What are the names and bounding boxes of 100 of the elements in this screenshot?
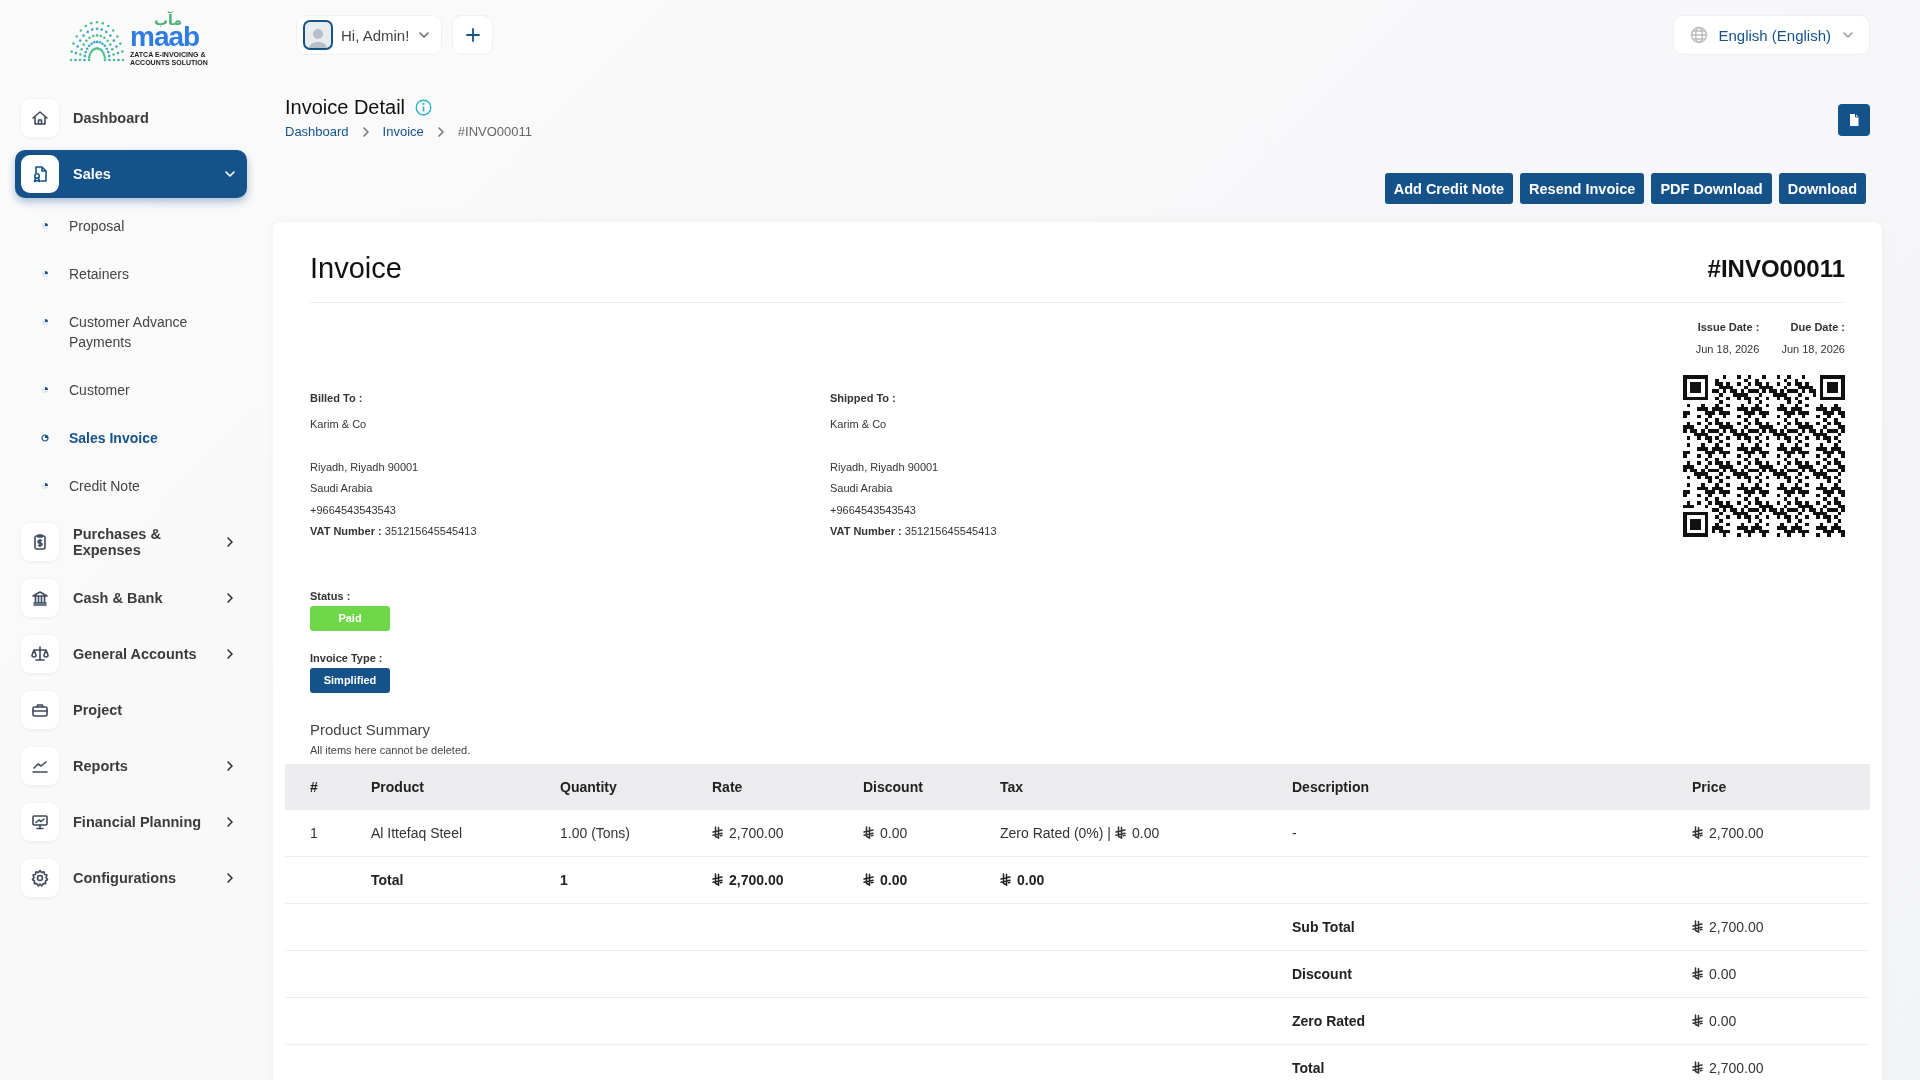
nav-subitem[interactable]: Proposal xyxy=(15,206,247,254)
date-value: Jun 18, 2026 xyxy=(1781,343,1845,355)
logo-arabic-text: مآب xyxy=(154,13,182,28)
table-cell: 0.00 xyxy=(880,824,908,841)
language-select[interactable]: English (English) xyxy=(1673,15,1870,55)
nav-subitem[interactable]: Credit Note xyxy=(15,466,247,514)
date-value: Jun 18, 2026 xyxy=(1695,343,1760,355)
action-button[interactable]: Resend Invoice xyxy=(1520,173,1645,204)
summary-label: Discount xyxy=(1292,965,1352,982)
table-cell: 2,700.00 xyxy=(729,824,784,841)
breadcrumb-link[interactable]: Invoice xyxy=(382,124,424,139)
summary-label: Sub Total xyxy=(1292,918,1355,935)
gear-icon xyxy=(21,859,59,897)
bullet-icon xyxy=(41,270,49,278)
nav-subitem[interactable]: Retainers xyxy=(15,254,247,302)
nav-item[interactable]: Financial Planning xyxy=(15,798,247,846)
bank-icon xyxy=(21,579,59,617)
field-label: Invoice Type : xyxy=(310,651,383,664)
total-cell: 1 xyxy=(560,871,568,888)
date-label: Due Date : xyxy=(1789,321,1845,333)
nav-item[interactable]: Reports xyxy=(15,742,247,790)
clipboard-icon xyxy=(21,523,59,561)
total-cell: 0.00 xyxy=(1017,871,1045,888)
info-icon xyxy=(415,99,433,116)
currency-icon xyxy=(1692,1061,1703,1074)
column-header: Description xyxy=(1291,778,1370,795)
invoice-number: #INVO00011 xyxy=(1707,254,1845,283)
table-cell: 1.00 (Tons) xyxy=(560,824,631,841)
bullet-icon xyxy=(41,222,49,230)
action-button[interactable]: PDF Download xyxy=(1651,173,1772,204)
currency-icon xyxy=(1692,1014,1703,1027)
nav-item[interactable]: Purchases & Expenses xyxy=(15,518,247,566)
summary-label: Zero Rated xyxy=(1292,1012,1366,1029)
address-line: Riyadh, Riyadh 90001 xyxy=(310,459,420,475)
address-line: +9664543543543 xyxy=(830,502,917,518)
total-cell: Total xyxy=(371,871,404,888)
field-label: Status : xyxy=(310,589,351,602)
column-header: Rate xyxy=(711,778,744,795)
nav-item[interactable]: Dashboard xyxy=(15,94,247,142)
nav-item[interactable]: Cash & Bank xyxy=(15,574,247,622)
currency-icon xyxy=(1692,967,1703,980)
section-title: Product Summary xyxy=(310,720,432,738)
nav-item[interactable]: Configurations xyxy=(15,854,247,902)
globe-icon xyxy=(1690,26,1709,44)
summary-value: 0.00 xyxy=(1709,1012,1737,1029)
column-header: Price xyxy=(1691,778,1728,795)
document-button[interactable] xyxy=(1838,104,1870,136)
bullet-icon xyxy=(41,386,49,394)
nav-item[interactable]: Sales xyxy=(15,150,247,198)
briefcase-icon xyxy=(21,691,59,729)
nav-subitem[interactable]: Customer xyxy=(15,370,247,418)
home-icon xyxy=(21,99,59,137)
nav-item[interactable]: General Accounts xyxy=(15,630,247,678)
currency-icon xyxy=(1692,920,1703,933)
bullet-icon xyxy=(41,318,49,326)
document-icon xyxy=(21,155,59,193)
total-cell: 2,700.00 xyxy=(729,871,784,888)
table-cell: 1 xyxy=(310,824,318,841)
avatar xyxy=(303,20,333,50)
table-cell: - xyxy=(1292,824,1297,841)
status-badge: Paid xyxy=(310,605,390,631)
plus-icon xyxy=(464,27,481,43)
bullet-icon xyxy=(41,482,49,490)
column-header: Discount xyxy=(862,778,924,795)
date-label: Issue Date : xyxy=(1696,321,1760,333)
scale-icon xyxy=(21,635,59,673)
bullet-icon xyxy=(41,434,49,442)
column-header: # xyxy=(309,778,319,795)
address-label: Billed To : xyxy=(310,391,364,406)
address-label: Shipped To : xyxy=(830,391,897,406)
total-cell: 0.00 xyxy=(880,871,908,888)
summary-value: 2,700.00 xyxy=(1709,918,1764,935)
address-line: VAT Number : 351215645545413 xyxy=(310,524,478,539)
column-header: Tax xyxy=(999,778,1025,795)
monitor-icon xyxy=(21,803,59,841)
table-cell: 2,700.00 xyxy=(1709,824,1764,841)
add-button[interactable] xyxy=(452,15,494,55)
column-header: Product xyxy=(370,778,425,795)
address-line: +9664543543543 xyxy=(310,502,397,518)
summary-value: 2,700.00 xyxy=(1709,1059,1764,1076)
address-line: Riyadh, Riyadh 90001 xyxy=(830,459,940,475)
nav-subitem[interactable]: Sales Invoice xyxy=(15,418,247,466)
table-cell: Zero Rated (0%) | xyxy=(1000,824,1111,841)
breadcrumb-link[interactable]: Dashboard xyxy=(285,124,349,139)
document-icon xyxy=(1848,113,1860,127)
address-line: Saudi Arabia xyxy=(830,481,894,496)
breadcrumb-current: #INVO00011 xyxy=(457,124,532,139)
status-badge: Simplified xyxy=(310,667,390,693)
address-line: Saudi Arabia xyxy=(310,481,374,496)
address-line: VAT Number : 351215645545413 xyxy=(830,524,998,539)
action-button[interactable]: Download xyxy=(1778,173,1866,204)
column-header: Quantity xyxy=(559,778,618,795)
nav-subitem[interactable]: Customer Advance Payments xyxy=(15,302,247,370)
nav-item[interactable]: Project xyxy=(15,686,247,734)
table-cell: 0.00 xyxy=(1132,824,1160,841)
address-line: Karim & Co xyxy=(830,416,888,432)
section-note: All items here cannot be deleted. xyxy=(310,743,472,756)
invoice-title: Invoice xyxy=(310,252,402,285)
action-button[interactable]: Add Credit Note xyxy=(1384,173,1514,204)
user-menu[interactable]: Hi, Admin! xyxy=(296,15,443,55)
